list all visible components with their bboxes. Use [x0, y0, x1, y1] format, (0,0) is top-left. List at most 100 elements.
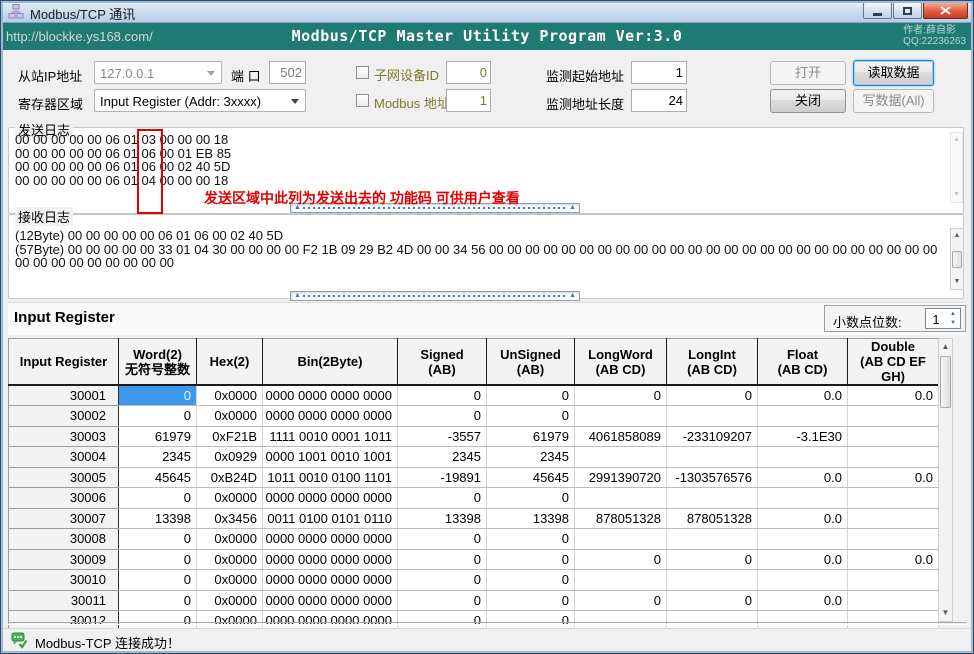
column-header[interactable]: Float(AB CD): [758, 339, 848, 386]
value-cell[interactable]: [758, 529, 848, 550]
scroll-thumb[interactable]: [940, 356, 951, 408]
value-cell[interactable]: [848, 488, 939, 509]
value-cell[interactable]: 0: [487, 488, 575, 509]
value-cell[interactable]: 0000 0000 0000 0000: [263, 406, 398, 427]
value-cell[interactable]: 0: [398, 488, 487, 509]
port-input[interactable]: [269, 61, 306, 84]
value-cell[interactable]: 0.0: [758, 549, 848, 570]
register-address-cell[interactable]: 30008: [9, 529, 119, 550]
column-header[interactable]: Double(AB CD EF GH): [848, 339, 939, 386]
value-cell[interactable]: 0: [667, 590, 758, 611]
register-address-cell[interactable]: 30001: [9, 385, 119, 406]
value-cell[interactable]: [758, 406, 848, 427]
value-cell[interactable]: 0x0000: [197, 549, 263, 570]
read-data-button[interactable]: 读取数据: [853, 60, 934, 86]
register-address-cell[interactable]: 30011: [9, 590, 119, 611]
value-cell[interactable]: [667, 406, 758, 427]
value-cell[interactable]: 0x0000: [197, 488, 263, 509]
column-header[interactable]: Bin(2Byte): [263, 339, 398, 386]
value-cell[interactable]: [575, 447, 667, 468]
register-address-cell[interactable]: 30003: [9, 426, 119, 447]
receive-log-hscrollbar[interactable]: ▲ ▲: [290, 291, 580, 301]
table-vscrollbar[interactable]: ▲ ▼: [938, 338, 953, 622]
monitor-start-input[interactable]: [631, 61, 687, 84]
send-log-vscrollbar[interactable]: ▲ ▼: [950, 132, 963, 203]
value-cell[interactable]: 45645: [487, 467, 575, 488]
maximize-button[interactable]: [893, 2, 922, 19]
value-cell[interactable]: [848, 590, 939, 611]
scroll-down-icon[interactable]: ▼: [951, 188, 962, 202]
value-cell[interactable]: 0: [398, 570, 487, 591]
value-cell[interactable]: 0.0: [848, 549, 939, 570]
column-header[interactable]: Signed(AB): [398, 339, 487, 386]
value-cell[interactable]: 0x0929: [197, 447, 263, 468]
value-cell[interactable]: 0: [119, 488, 197, 509]
column-header[interactable]: Hex(2): [197, 339, 263, 386]
monitor-length-input[interactable]: [631, 89, 687, 112]
value-cell[interactable]: 0000 0000 0000 0000: [263, 549, 398, 570]
register-address-cell[interactable]: 30009: [9, 549, 119, 570]
value-cell[interactable]: 0.0: [848, 385, 939, 406]
value-cell[interactable]: 0.0: [758, 467, 848, 488]
spin-up-icon[interactable]: ▲: [947, 310, 959, 318]
value-cell[interactable]: 0x0000: [197, 570, 263, 591]
column-header[interactable]: Input Register: [9, 339, 119, 386]
value-cell[interactable]: 0: [487, 529, 575, 550]
value-cell[interactable]: 0: [487, 570, 575, 591]
value-cell[interactable]: 0: [575, 385, 667, 406]
value-cell[interactable]: -19891: [398, 467, 487, 488]
value-cell[interactable]: 0000 0000 0000 0000: [263, 488, 398, 509]
value-cell[interactable]: 0000 1001 0010 1001: [263, 447, 398, 468]
value-cell[interactable]: 0.0: [758, 508, 848, 529]
value-cell[interactable]: [575, 406, 667, 427]
value-cell[interactable]: 0: [119, 406, 197, 427]
scroll-up-icon[interactable]: ▲: [939, 339, 952, 355]
register-address-cell[interactable]: 30005: [9, 467, 119, 488]
value-cell[interactable]: 0: [575, 590, 667, 611]
value-cell[interactable]: 0x0000: [197, 590, 263, 611]
register-address-cell[interactable]: 30007: [9, 508, 119, 529]
value-cell[interactable]: 2345: [398, 447, 487, 468]
write-data-button[interactable]: 写数据(All): [853, 89, 934, 113]
value-cell[interactable]: 0x3456: [197, 508, 263, 529]
value-cell[interactable]: 0000 0000 0000 0000: [263, 570, 398, 591]
value-cell[interactable]: 0000 0000 0000 0000: [263, 529, 398, 550]
value-cell[interactable]: 0x0000: [197, 529, 263, 550]
value-cell[interactable]: 2345: [487, 447, 575, 468]
value-cell[interactable]: [667, 447, 758, 468]
minimize-button[interactable]: [863, 2, 892, 19]
scroll-up-icon[interactable]: ▲: [951, 229, 963, 243]
value-cell[interactable]: 2345: [119, 447, 197, 468]
value-cell[interactable]: 0: [398, 406, 487, 427]
value-cell[interactable]: 0: [487, 590, 575, 611]
value-cell[interactable]: [848, 508, 939, 529]
value-cell[interactable]: 0: [119, 529, 197, 550]
spin-down-icon[interactable]: ▼: [947, 319, 959, 327]
value-cell[interactable]: [667, 529, 758, 550]
value-cell[interactable]: 0011 0100 0101 0110: [263, 508, 398, 529]
value-cell[interactable]: 13398: [398, 508, 487, 529]
value-cell[interactable]: 1011 0010 0100 1101: [263, 467, 398, 488]
value-cell[interactable]: [848, 406, 939, 427]
subnet-id-input[interactable]: [446, 61, 491, 84]
value-cell[interactable]: 13398: [119, 508, 197, 529]
column-header[interactable]: LongWord(AB CD): [575, 339, 667, 386]
value-cell[interactable]: -3.1E30: [758, 426, 848, 447]
value-cell[interactable]: [667, 488, 758, 509]
value-cell[interactable]: [758, 488, 848, 509]
value-cell[interactable]: 0.0: [758, 590, 848, 611]
receive-log-vscrollbar[interactable]: ▲ ▼: [950, 228, 964, 290]
column-header[interactable]: LongInt(AB CD): [667, 339, 758, 386]
value-cell[interactable]: 0.0: [848, 467, 939, 488]
value-cell[interactable]: [667, 570, 758, 591]
scroll-down-icon[interactable]: ▼: [951, 275, 963, 289]
value-cell[interactable]: 4061858089: [575, 426, 667, 447]
value-cell[interactable]: 0: [667, 385, 758, 406]
register-address-cell[interactable]: 30010: [9, 570, 119, 591]
value-cell[interactable]: [575, 529, 667, 550]
register-area-combobox[interactable]: Input Register (Addr: 3xxxx): [94, 89, 306, 112]
value-cell[interactable]: 0: [487, 549, 575, 570]
value-cell[interactable]: [848, 529, 939, 550]
modbus-addr-checkbox[interactable]: [356, 94, 369, 107]
value-cell[interactable]: -3557: [398, 426, 487, 447]
